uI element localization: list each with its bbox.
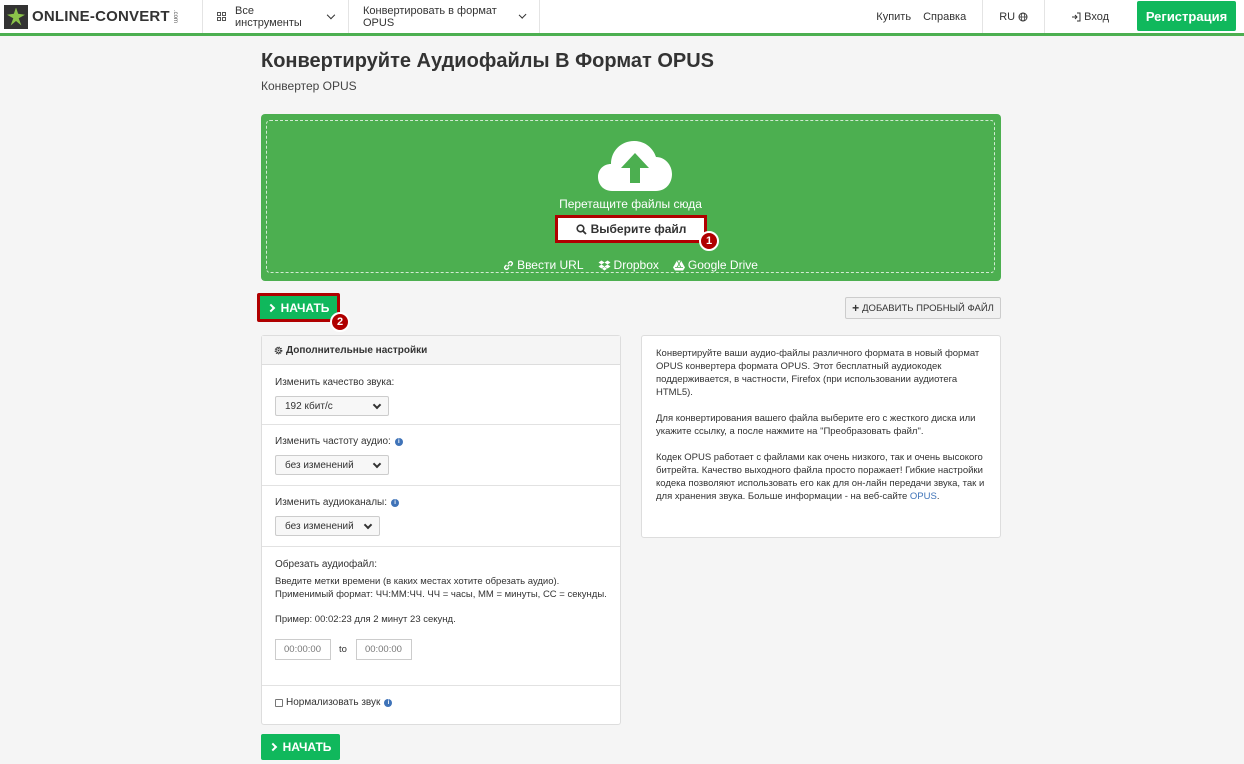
trim-label: Обрезать аудиофайл: — [275, 559, 377, 570]
dropbox-link[interactable]: Dropbox — [598, 258, 659, 272]
all-tools-label: Все инструменты — [235, 4, 302, 29]
frequency-label-row: Изменить частоту аудио: i — [275, 436, 607, 447]
start-button-top[interactable]: НАЧАТЬ — [257, 293, 340, 322]
drop-files-text: Перетащите файлы сюда — [559, 197, 702, 211]
all-tools-menu[interactable]: Все инструменты — [203, 0, 349, 33]
logo-com: .com — [171, 9, 178, 23]
globe-icon — [1018, 12, 1028, 21]
help-link[interactable]: Справка — [917, 0, 982, 33]
page-title: Конвертируйте Аудиофайлы В Формат OPUS — [261, 50, 715, 72]
channels-label-row: Изменить аудиоканалы: i — [275, 497, 607, 508]
trim-example-text: Пример: 00:02:23 для 2 минут 23 секунд. — [275, 614, 456, 625]
opus-link[interactable]: OPUS — [910, 491, 937, 502]
site-logo[interactable]: ONLINE-CONVERT .com — [0, 0, 203, 33]
channels-value: без изменений — [285, 520, 354, 532]
settings-panel: Дополнительные настройки Изменить качест… — [261, 335, 621, 725]
step-badge-2: 2 — [330, 312, 350, 332]
step-badge-1: 1 — [699, 231, 719, 251]
chevron-right-icon — [266, 303, 275, 312]
file-source-links: Ввести URL Dropbox Google Drive — [267, 258, 994, 272]
logo-icon — [4, 4, 28, 29]
info-paragraph-3: Кодек OPUS работает с файлами как очень … — [656, 451, 986, 503]
top-navbar: ONLINE-CONVERT .com Все инструменты Конв… — [0, 0, 1244, 36]
enter-url-label: Ввести URL — [517, 258, 584, 272]
quality-label: Изменить качество звука: — [275, 377, 395, 388]
trim-from-input[interactable]: 00:00:00 — [275, 639, 331, 660]
info-paragraph-1: Конвертируйте ваши аудио-файлы различног… — [656, 348, 980, 398]
plus-icon: + — [852, 301, 860, 315]
frequency-label: Изменить частоту аудио: — [275, 436, 391, 447]
channels-label: Изменить аудиоканалы: — [275, 497, 388, 508]
info-panel: Конвертируйте ваши аудио-файлы различног… — [641, 335, 1001, 538]
chevron-down-icon — [518, 10, 527, 19]
normalize-section: Нормализовать звук i — [262, 686, 620, 708]
enter-url-link[interactable]: Ввести URL — [503, 258, 584, 272]
info-icon[interactable]: i — [394, 437, 403, 446]
gear-icon — [274, 346, 283, 354]
settings-header: Дополнительные настройки — [262, 336, 620, 365]
convert-to-menu[interactable]: Конвертировать в формат OPUS — [349, 0, 540, 33]
settings-header-label: Дополнительные настройки — [286, 344, 428, 356]
logo-text: ONLINE-CONVERT — [32, 8, 170, 25]
chevron-down-icon — [326, 10, 336, 19]
sign-in-icon — [1072, 12, 1081, 21]
google-drive-label: Google Drive — [687, 258, 758, 272]
info-icon[interactable]: i — [384, 698, 393, 707]
normalize-row: Нормализовать звук i — [275, 697, 607, 708]
chevron-down-icon — [372, 459, 382, 469]
quality-select[interactable]: 192 кбит/с — [275, 396, 389, 416]
dropbox-icon — [598, 260, 611, 270]
language-selector[interactable]: RU — [982, 0, 1044, 33]
trim-to-input[interactable]: 00:00:00 — [355, 639, 412, 660]
buy-link[interactable]: Купить — [870, 0, 917, 33]
convert-to-label: Конвертировать в формат OPUS — [363, 4, 497, 29]
chevron-down-icon — [372, 400, 382, 410]
trim-to-label: to — [339, 644, 347, 655]
google-drive-icon — [672, 259, 685, 270]
choose-file-button[interactable]: Выберите файл — [555, 215, 707, 243]
info-paragraph-3-end: . — [936, 491, 940, 502]
normalize-label[interactable]: Нормализовать звук — [286, 697, 380, 708]
frequency-select[interactable]: без изменений — [275, 455, 389, 475]
page-subtitle: Конвертер OPUS — [261, 79, 357, 93]
start-label-bottom: НАЧАТЬ — [282, 740, 332, 754]
chevron-down-icon — [363, 520, 373, 530]
info-icon[interactable]: i — [391, 498, 400, 507]
quality-value: 192 кбит/с — [285, 400, 333, 412]
file-dropzone[interactable]: Перетащите файлы сюда Выберите файл 1 Вв… — [261, 114, 1001, 281]
trim-section: Обрезать аудиофайл: Введите метки времен… — [262, 547, 620, 686]
login-link[interactable]: Вход — [1044, 0, 1129, 33]
trim-help-text: Введите метки времени (в каких местах хо… — [275, 576, 607, 600]
chevron-right-icon — [268, 742, 277, 752]
frequency-value: без изменений — [285, 459, 354, 471]
language-label: RU — [999, 10, 1016, 23]
channels-select[interactable]: без изменений — [275, 516, 380, 536]
trim-inputs: 00:00:00 to 00:00:00 — [275, 639, 607, 660]
dropzone-border: Перетащите файлы сюда Выберите файл 1 Вв… — [266, 120, 995, 273]
dropbox-label: Dropbox — [613, 258, 659, 272]
start-button-bottom[interactable]: НАЧАТЬ — [261, 734, 340, 760]
login-label: Вход — [1084, 10, 1109, 23]
register-button[interactable]: Регистрация — [1137, 1, 1236, 31]
link-icon — [504, 260, 514, 270]
frequency-section: Изменить частоту аудио: i без изменений — [262, 425, 620, 486]
grid-icon — [217, 12, 226, 21]
google-drive-link[interactable]: Google Drive — [672, 258, 758, 272]
channels-section: Изменить аудиоканалы: i без изменений — [262, 486, 620, 547]
search-icon — [576, 223, 587, 235]
choose-file-label: Выберите файл — [590, 222, 687, 236]
add-sample-file-button[interactable]: + ДОБАВИТЬ ПРОБНЫЙ ФАЙЛ — [845, 297, 1001, 319]
info-paragraph-2: Для конвертирования вашего файла выберит… — [656, 413, 976, 437]
quality-section: Изменить качество звука: 192 кбит/с — [262, 365, 620, 425]
cloud-upload-icon — [598, 141, 672, 191]
normalize-checkbox[interactable] — [275, 698, 283, 707]
start-label: НАЧАТЬ — [280, 300, 330, 315]
add-sample-label: ДОБАВИТЬ ПРОБНЫЙ ФАЙЛ — [862, 302, 994, 314]
